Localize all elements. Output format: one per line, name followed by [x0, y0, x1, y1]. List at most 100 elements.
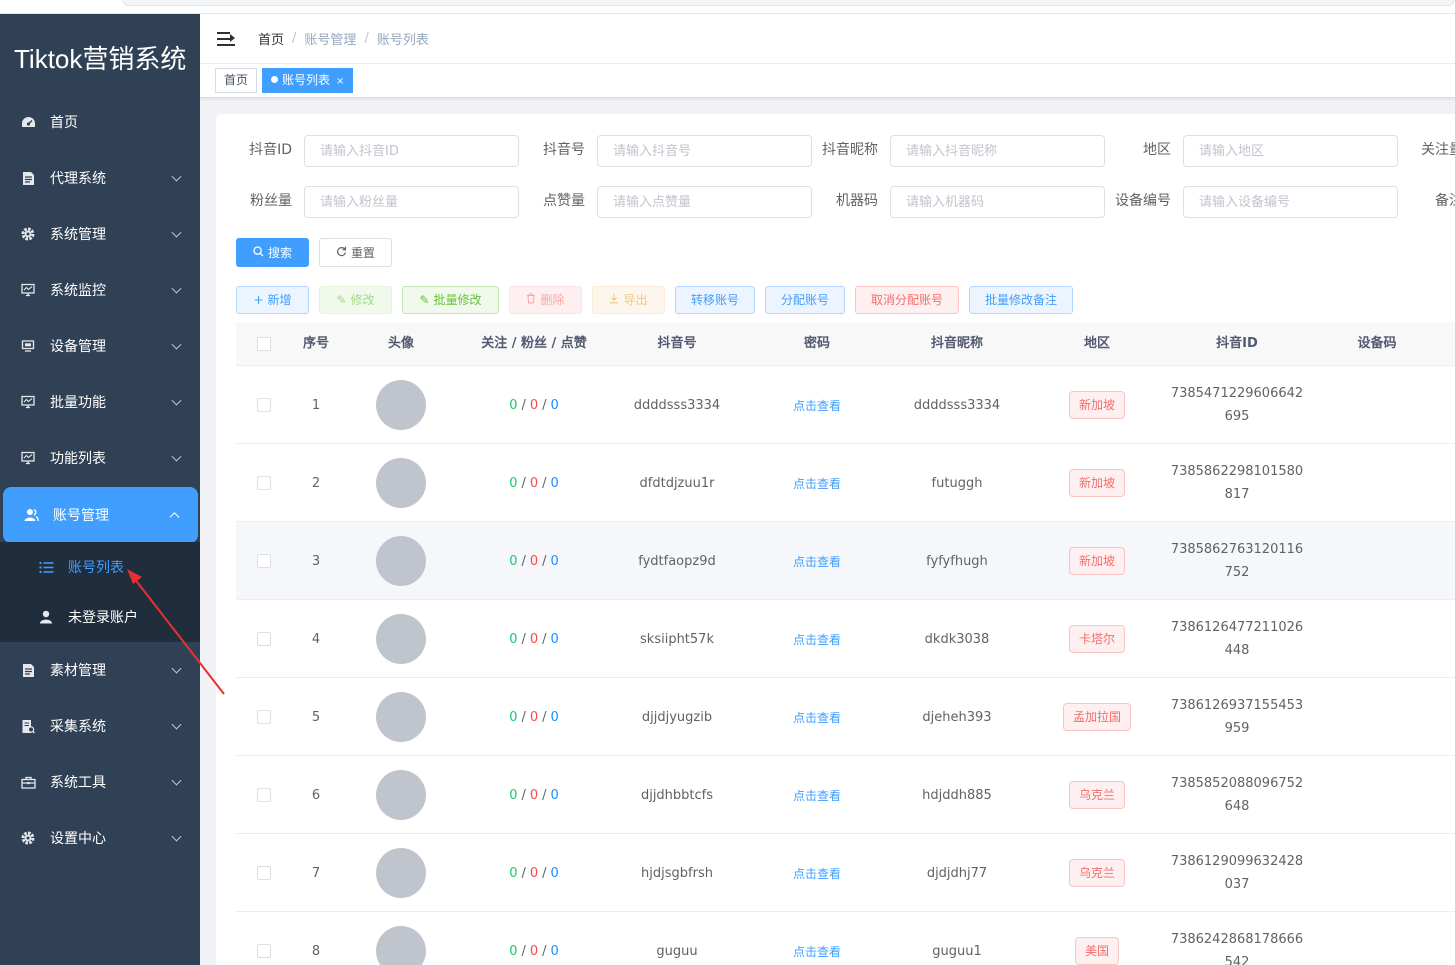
reset-button[interactable]: 重置 [319, 238, 392, 267]
sidebar-item-settings[interactable]: 设置中心 [0, 810, 200, 866]
table-row[interactable]: 6 0/0/0 djjdhbbtcfs 点击查看 hdjddh885 乌克兰 7385852… [236, 756, 1455, 834]
row-stats: 0/0/0 [462, 912, 606, 965]
stats-separator: / [521, 787, 526, 803]
table-row[interactable]: 3 0/0/0 fydtfaopz9d 点击查看 fyfyfhugh 新加坡 7385862… [236, 522, 1455, 600]
table-row[interactable]: 7 0/0/0 hjdjsgbfrsh 点击查看 djdjdhj77 乌克兰 7386129… [236, 834, 1455, 912]
checkbox[interactable] [257, 788, 271, 802]
search-button[interactable]: 搜索 [236, 238, 309, 267]
follow-count: 0 [509, 787, 518, 803]
nickname-input[interactable] [890, 135, 1105, 167]
stats-separator: / [521, 865, 526, 881]
password-cell: 点击查看 [748, 912, 886, 965]
checkbox[interactable] [257, 710, 271, 724]
region-cell: 卡塔尔 [1028, 600, 1166, 678]
row-index: 4 [311, 631, 321, 647]
checkbox[interactable] [257, 337, 271, 351]
sidebar-item-features[interactable]: 功能列表 [0, 430, 200, 486]
hamburger-menu-icon[interactable] [217, 31, 235, 47]
view-password-link[interactable]: 点击查看 [793, 787, 841, 804]
table-row[interactable]: 4 0/0/0 sksiipht57k 点击查看 dkdk3038 卡塔尔 73861264… [236, 600, 1455, 678]
row-stats: 0/0/0 [462, 600, 606, 678]
stats-separator: / [542, 943, 547, 959]
sidebar-item-account[interactable]: 账号管理 [3, 487, 198, 543]
checkbox[interactable] [257, 398, 271, 412]
close-icon[interactable]: × [336, 76, 344, 87]
douyin-id-input[interactable] [304, 135, 519, 167]
sidebar-item-device[interactable]: 设备管理 [0, 318, 200, 374]
checkbox[interactable] [257, 476, 271, 490]
breadcrumb-account-management: 账号管理 [304, 33, 357, 48]
machine-code-input[interactable] [890, 186, 1105, 218]
row-nickname: fyfyfhugh [926, 553, 988, 569]
row-douyin-id: 7385862298101580817 [1170, 464, 1304, 502]
region-badge: 美国 [1074, 937, 1119, 965]
likes-count: 0 [550, 787, 559, 803]
sidebar-item-label: 代理系统 [50, 171, 106, 187]
checkbox[interactable] [257, 554, 271, 568]
row-douyin-no: sksiipht57k [640, 631, 714, 647]
sidebar-item-material[interactable]: 素材管理 [0, 642, 200, 698]
view-password-link[interactable]: 点击查看 [793, 631, 841, 648]
view-password-link[interactable]: 点击查看 [793, 397, 841, 414]
breadcrumb-home[interactable]: 首页 [258, 29, 284, 48]
sidebar-item-home[interactable]: 首页 [0, 94, 200, 150]
row-checkbox-cell [236, 522, 292, 600]
sidebar-item-collect[interactable]: 采集系统 [0, 698, 200, 754]
refresh-icon [336, 240, 347, 266]
add-button[interactable]: + 新增 [236, 286, 309, 314]
gear-icon [20, 830, 36, 846]
unassign-account-button[interactable]: 取消分配账号 [855, 286, 959, 314]
sidebar-item-label: 系统管理 [50, 227, 106, 243]
table-row[interactable]: 5 0/0/0 djjdjyugzib 点击查看 djeheh393 孟加拉国 738612… [236, 678, 1455, 756]
assign-account-button[interactable]: 分配账号 [765, 286, 845, 314]
sidebar-item-batch[interactable]: 批量功能 [0, 374, 200, 430]
sidebar-item-label: 采集系统 [50, 719, 106, 735]
avatar [376, 458, 426, 508]
device-no-input[interactable] [1183, 186, 1398, 218]
likes-input[interactable] [597, 186, 812, 218]
view-password-link[interactable]: 点击查看 [793, 553, 841, 570]
view-password-link[interactable]: 点击查看 [793, 475, 841, 492]
breadcrumb-separator: / [292, 31, 297, 46]
sidebar-item-agent[interactable]: 代理系统 [0, 150, 200, 206]
sidebar-subitem-unlogged[interactable]: 未登录账户 [0, 592, 200, 642]
transfer-account-button[interactable]: 转移账号 [675, 286, 755, 314]
password-cell: 点击查看 [748, 678, 886, 756]
column-header-avatar: 头像 [387, 336, 414, 351]
sidebar-item-system[interactable]: 系统管理 [0, 206, 200, 262]
douyin-no-input[interactable] [597, 135, 812, 167]
checkbox[interactable] [257, 632, 271, 646]
likes-count: 0 [550, 943, 559, 959]
row-stats: 0/0/0 [462, 756, 606, 834]
delete-button[interactable]: 删除 [509, 286, 582, 314]
row-index: 6 [311, 787, 321, 803]
chevron-down-icon [171, 775, 182, 786]
tag-account-list[interactable]: 账号列表 × [262, 68, 354, 93]
table-row[interactable]: 2 0/0/0 dfdtdjzuu1r 点击查看 futuggh 新加坡 738586229… [236, 444, 1455, 522]
content-card: 抖音ID 抖音号 抖音昵称 地区 关注量 粉丝量 点赞量 机器码 设备编号 备注… [216, 114, 1455, 965]
filter-label-follow: 关注量 [1421, 142, 1455, 158]
view-password-link[interactable]: 点击查看 [793, 943, 841, 960]
view-password-link[interactable]: 点击查看 [793, 865, 841, 882]
browser-top-strip [0, 0, 1455, 14]
row-device-code [1308, 912, 1446, 965]
view-password-link[interactable]: 点击查看 [793, 709, 841, 726]
edit-button[interactable]: ✎ 修改 [319, 286, 392, 314]
select-all-checkbox[interactable] [236, 322, 292, 366]
sidebar-subitem-account-list[interactable]: 账号列表 [0, 542, 200, 592]
column-header-douyin-no: 抖音号 [657, 336, 697, 351]
fans-input[interactable] [304, 186, 519, 218]
batch-remark-button[interactable]: 批量修改备注 [969, 286, 1073, 314]
checkbox[interactable] [257, 944, 271, 958]
table-row[interactable]: 8 0/0/0 guguu 点击查看 guguu1 美国 73862428681786665… [236, 912, 1455, 965]
sidebar-item-monitor[interactable]: 系统监控 [0, 262, 200, 318]
table-row[interactable]: 1 0/0/0 ddddsss3334 点击查看 ddddsss3334 新加坡 73854… [236, 366, 1455, 444]
export-button[interactable]: 导出 [592, 286, 665, 314]
chevron-down-icon [171, 171, 182, 182]
tag-home[interactable]: 首页 [215, 68, 258, 93]
row-checkbox-cell [236, 756, 292, 834]
batch-edit-button[interactable]: ✎ 批量修改 [402, 286, 499, 314]
sidebar-item-tools[interactable]: 系统工具 [0, 754, 200, 810]
checkbox[interactable] [257, 866, 271, 880]
region-input[interactable] [1183, 135, 1398, 167]
